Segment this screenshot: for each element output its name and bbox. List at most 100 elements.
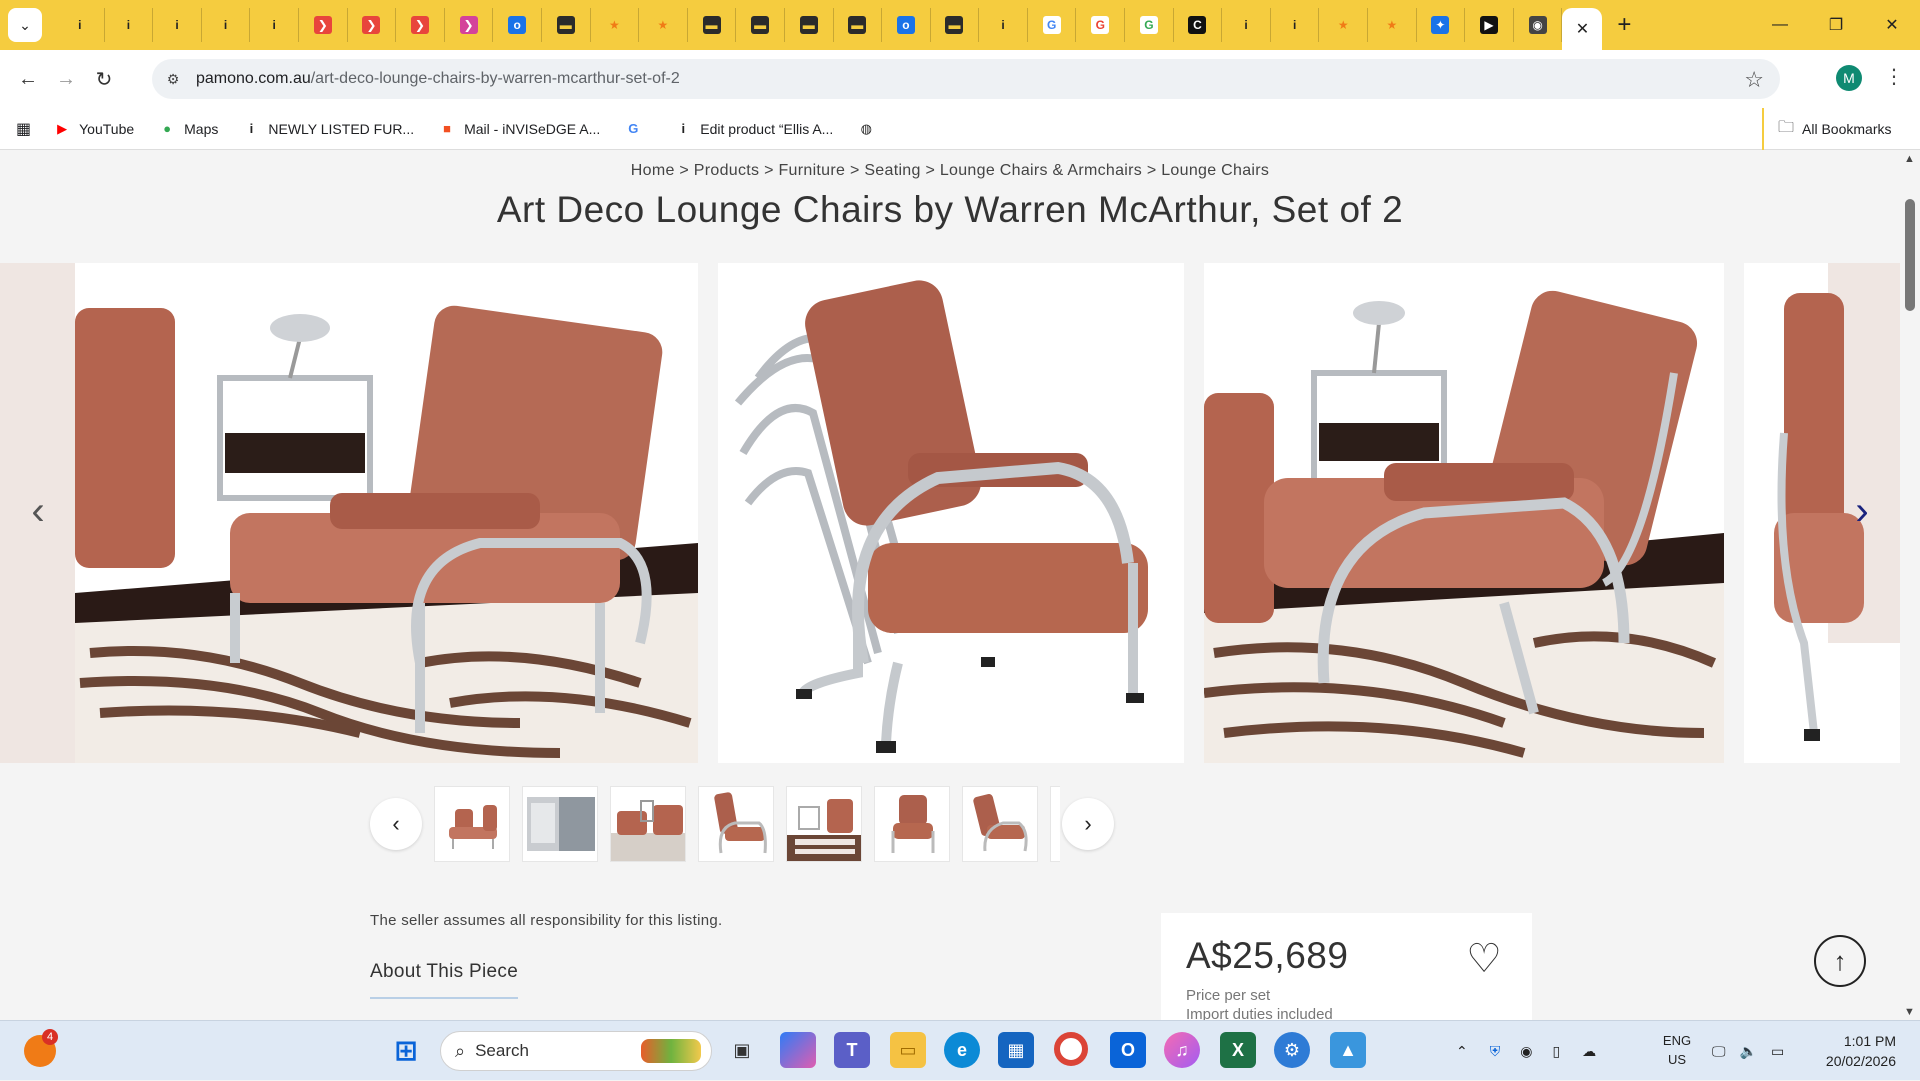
apps-grid-icon[interactable]: ▦ [16, 119, 31, 139]
browser-tab[interactable]: G [1028, 8, 1077, 42]
onedrive-cloud-icon[interactable]: ☁ [1582, 1043, 1596, 1060]
gallery-image-1[interactable] [0, 263, 698, 763]
bookmark-item[interactable]: ● Maps [158, 121, 218, 137]
file-explorer-icon[interactable]: ▭ [890, 1032, 926, 1068]
favorite-heart-icon[interactable]: ♡ [1466, 939, 1502, 979]
teams-icon[interactable]: T [834, 1032, 870, 1068]
browser-tab[interactable]: ▬ [834, 8, 883, 42]
windows-start-icon[interactable]: ⊞ [388, 1032, 424, 1068]
about-this-piece-tab[interactable]: About This Piece [370, 961, 519, 999]
all-bookmarks[interactable]: 🗀 All Bookmarks [1762, 108, 1891, 150]
bookmark-item[interactable]: i NEWLY LISTED FUR... [242, 121, 415, 137]
bookmark-item[interactable]: i Edit product “Ellis A... [674, 121, 833, 137]
browser-tab[interactable]: ▬ [736, 8, 785, 42]
browser-tab[interactable]: G [1076, 8, 1126, 42]
gallery-next-icon[interactable]: › [1842, 489, 1882, 533]
clock[interactable]: 1:01 PM 20/02/2026 [1800, 1031, 1896, 1071]
tab-search-chevron-icon[interactable]: ⌄ [8, 8, 42, 42]
minimize-icon[interactable]: — [1752, 0, 1808, 50]
browser-tab[interactable]: ▬ [542, 8, 591, 42]
usb-icon[interactable]: ▯ [1552, 1043, 1560, 1060]
thumbnail-1[interactable] [434, 786, 510, 862]
browser-tab[interactable]: ★ [1319, 8, 1369, 42]
new-tab-button[interactable]: + [1606, 8, 1642, 42]
browser-menu-icon[interactable]: ⋮ [1884, 64, 1904, 89]
browser-tab[interactable]: ❯ [396, 8, 445, 42]
browser-tab[interactable]: C [1174, 8, 1223, 42]
thumbnail-prev-button[interactable]: ‹ [370, 798, 422, 850]
back-icon[interactable]: ← [10, 61, 46, 97]
browser-tab[interactable]: ❯ [299, 8, 348, 42]
thumbnail-4[interactable] [698, 786, 774, 862]
scroll-to-top-button[interactable]: ↑ [1814, 935, 1866, 987]
security-shield-icon[interactable]: ⛨ [1490, 1043, 1501, 1060]
quick-settings[interactable]: 🖵 🔈 ▭ [1712, 1021, 1784, 1081]
close-tab-icon[interactable]: ✕ [1576, 19, 1589, 39]
forward-icon[interactable]: → [48, 61, 84, 97]
thumbnail-6[interactable] [874, 786, 950, 862]
photos-icon[interactable]: ▲ [1330, 1032, 1366, 1068]
restore-icon[interactable]: ❐ [1808, 0, 1864, 50]
browser-tab[interactable]: ▬ [688, 8, 737, 42]
thumbnail-5[interactable] [786, 786, 862, 862]
thumbnail-7[interactable] [962, 786, 1038, 862]
excel-icon[interactable]: X [1220, 1032, 1256, 1068]
browser-tab[interactable]: ❯ [445, 8, 494, 42]
browser-tab[interactable]: i [1222, 8, 1271, 42]
chevron-up-icon[interactable]: ⌃ [1456, 1043, 1468, 1060]
outlook-icon[interactable]: O [1110, 1032, 1146, 1068]
browser-tab[interactable]: ❯ [348, 8, 397, 42]
close-window-icon[interactable]: ✕ [1864, 0, 1920, 50]
browser-tab[interactable]: ★ [639, 8, 688, 42]
browser-tab[interactable]: i [105, 8, 154, 42]
settings-app-icon[interactable]: ⚙ [1274, 1032, 1310, 1068]
browser-tab[interactable]: i [202, 8, 251, 42]
url-text[interactable]: pamono.com.au/art-deco-lounge-chairs-by-… [196, 70, 680, 88]
browser-tab[interactable]: ★ [1368, 8, 1417, 42]
breadcrumb[interactable]: Home > Products > Furniture > Seating > … [0, 162, 1900, 180]
thumbnail-3[interactable] [610, 786, 686, 862]
gallery-image-3[interactable] [1204, 263, 1724, 763]
reload-icon[interactable]: ↻ [86, 61, 122, 97]
bookmark-item[interactable]: ▶ YouTube [53, 121, 134, 137]
bookmark-item[interactable]: G [624, 121, 650, 137]
copilot-icon[interactable] [780, 1032, 816, 1068]
thumbnail-next-button[interactable]: › [1062, 798, 1114, 850]
gallery-prev-icon[interactable]: ‹ [18, 489, 58, 533]
store-icon[interactable]: ▦ [998, 1032, 1034, 1068]
browser-tab[interactable]: o [882, 8, 931, 42]
edge-icon[interactable]: e [944, 1032, 980, 1068]
browser-tab[interactable]: ▶ [1465, 8, 1514, 42]
browser-tab[interactable]: i [250, 8, 299, 42]
browser-tab[interactable]: i [56, 8, 105, 42]
bookmark-star-icon[interactable]: ☆ [1744, 67, 1764, 93]
browser-tab[interactable]: ▬ [931, 8, 980, 42]
address-bar[interactable]: ⚙ pamono.com.au/art-deco-lounge-chairs-b… [152, 59, 1780, 99]
browser-tab[interactable]: ✦ [1417, 8, 1466, 42]
browser-tab[interactable]: G [1125, 8, 1174, 42]
taskbar-search[interactable]: ⌕ Search [440, 1031, 712, 1071]
browser-tab[interactable]: ▬ [785, 8, 834, 42]
site-info-icon[interactable]: ⚙ [162, 71, 184, 88]
browser-tab[interactable]: i [153, 8, 202, 42]
language-indicator[interactable]: ENG US [1660, 1031, 1694, 1069]
scrollbar-thumb[interactable] [1905, 199, 1915, 311]
thumbnail-8[interactable] [1050, 786, 1060, 862]
chrome-icon[interactable] [1054, 1032, 1088, 1066]
browser-tab[interactable]: i [1271, 8, 1320, 42]
browser-tab[interactable]: ◉ [1514, 8, 1563, 42]
tab-active[interactable]: ✕ [1562, 8, 1603, 50]
scroll-down-icon[interactable]: ▼ [1904, 1006, 1915, 1018]
bookmark-item[interactable]: ◍ [857, 121, 883, 137]
thumbnail-2[interactable] [522, 786, 598, 862]
browser-tab[interactable]: i [979, 8, 1028, 42]
gallery-image-2[interactable] [718, 263, 1184, 763]
profile-avatar[interactable]: M [1836, 65, 1862, 91]
page-scrollbar[interactable]: ▲ ▼ [1900, 151, 1920, 1020]
browser-tab[interactable]: o [493, 8, 542, 42]
bookmark-item[interactable]: ■ Mail - iNVISeDGE A... [438, 121, 600, 137]
task-view-icon[interactable]: ▣ [724, 1032, 760, 1068]
itunes-icon[interactable]: ♫ [1164, 1032, 1200, 1068]
app-tray-icon[interactable]: ◉ [1520, 1043, 1532, 1060]
browser-tab[interactable]: ★ [591, 8, 640, 42]
